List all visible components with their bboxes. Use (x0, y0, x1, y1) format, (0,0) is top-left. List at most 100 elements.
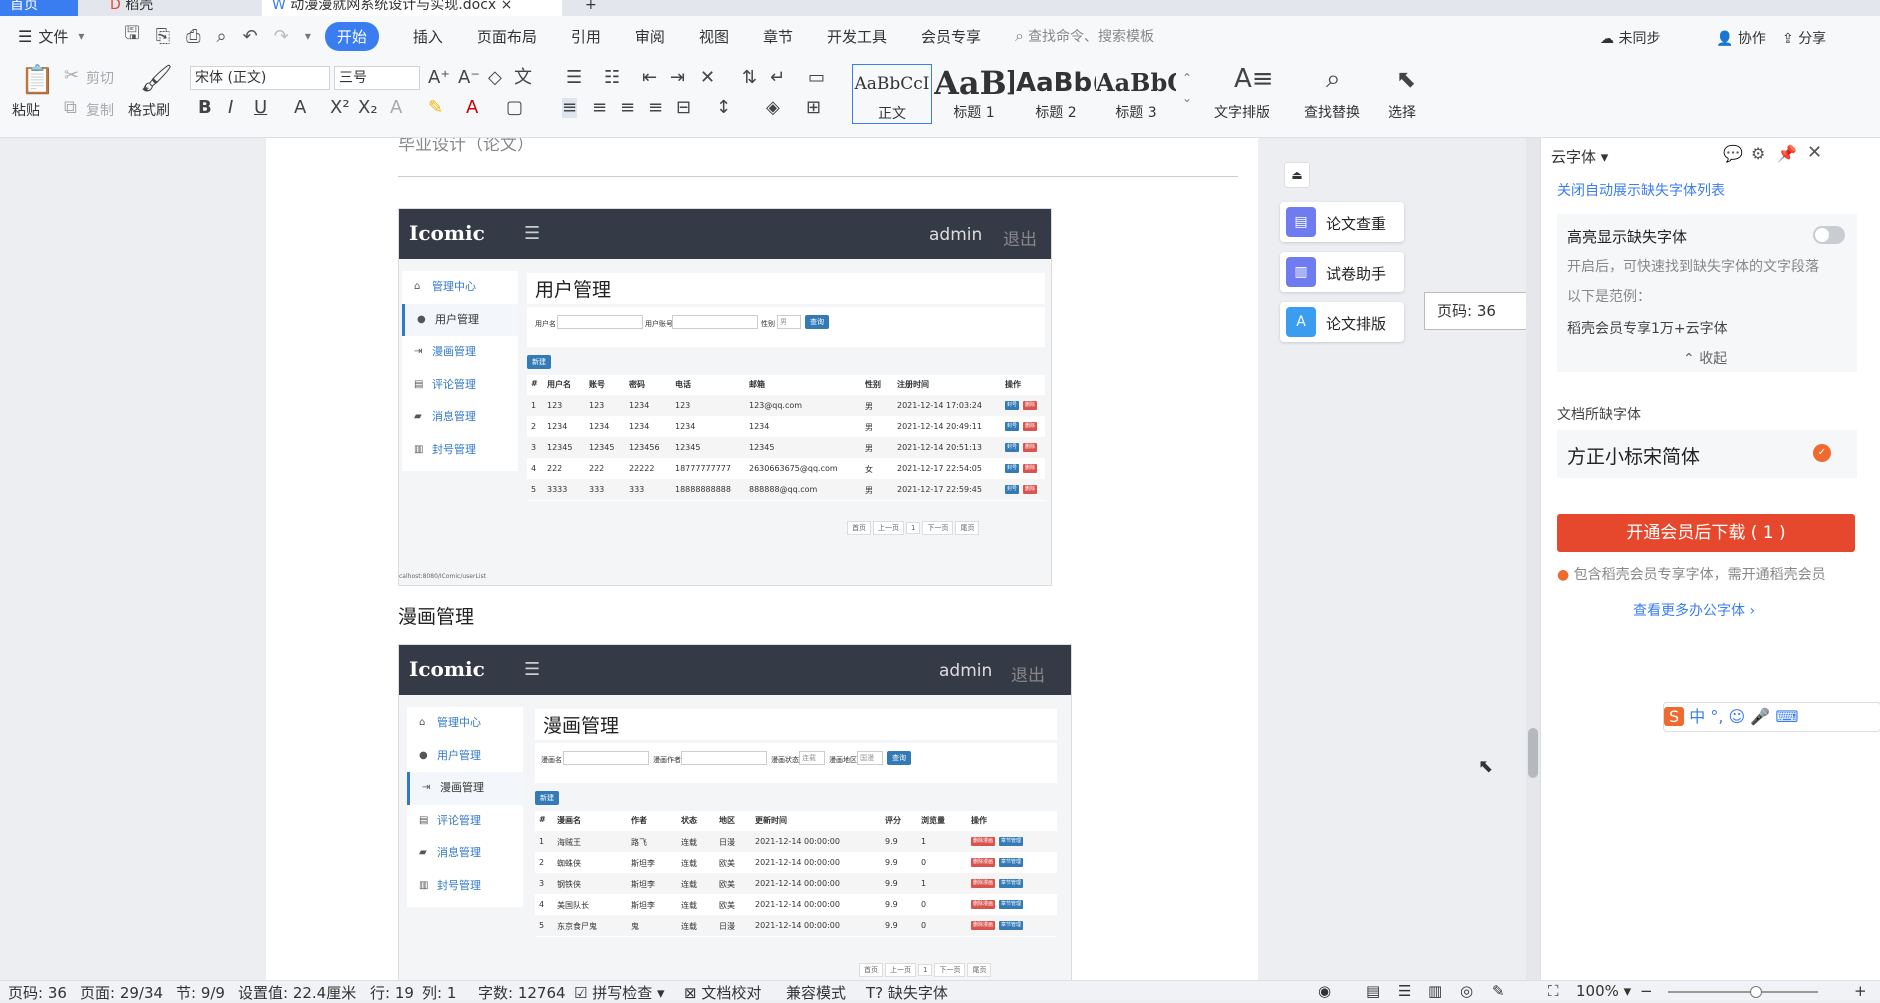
microphone-icon[interactable]: 🎤 (1750, 707, 1770, 726)
command-search[interactable]: 查找命令、搜索模板 (1028, 26, 1154, 46)
new-tab-icon[interactable]: + (575, 0, 607, 16)
panel-title[interactable]: 云字体 ▾ (1551, 146, 1608, 167)
format-painter-icon[interactable]: 🖌 (140, 66, 173, 92)
zoom-level[interactable]: 100% ▾ (1576, 982, 1631, 1000)
undo-icon[interactable]: ↶ (243, 26, 258, 47)
superscript-icon[interactable]: X² (330, 98, 350, 118)
font-color-icon[interactable]: A (466, 98, 478, 118)
pin-icon[interactable]: 📌 (1777, 144, 1797, 163)
italic-icon[interactable]: I (228, 98, 233, 118)
redo-icon[interactable]: ↷ (274, 26, 289, 47)
menu-review[interactable]: 审阅 (635, 26, 665, 47)
paste-icon[interactable]: 📋 (20, 66, 55, 94)
collab-button[interactable]: 👤 协作 (1716, 28, 1766, 48)
phonetic-icon[interactable]: 文 (514, 68, 532, 88)
font-family-select[interactable]: 宋体 (正文) (190, 66, 330, 90)
zoom-out-icon[interactable]: − (1640, 982, 1653, 1000)
web-view-icon[interactable]: ◎ (1460, 982, 1473, 1000)
copy-button[interactable]: 复制 (86, 100, 114, 120)
zoom-in-icon[interactable]: + (1854, 982, 1867, 1000)
text-effect-icon[interactable]: A (390, 98, 402, 118)
print-preview-icon[interactable]: ⌕ (217, 26, 227, 47)
print-icon[interactable]: ⎙ (186, 26, 200, 47)
sort-icon[interactable]: ⇅ (742, 68, 757, 88)
subscript-icon[interactable]: X₂ (358, 98, 378, 118)
highlight-icon[interactable]: ✎ (428, 98, 443, 118)
export-pdf-icon[interactable]: ⎘ (156, 26, 170, 47)
fit-page-icon[interactable]: ⛶ (1548, 982, 1559, 1000)
ime-toolbar[interactable]: S 中 °, ☺ 🎤 ⌨ (1663, 702, 1880, 732)
more-fonts-link[interactable]: 查看更多办公字体 › (1633, 600, 1755, 620)
vertical-scrollbar[interactable] (1526, 138, 1540, 990)
menu-references[interactable]: 引用 (571, 26, 601, 47)
highlight-toggle[interactable] (1813, 226, 1845, 244)
share-button[interactable]: ⇪ 分享 (1782, 28, 1826, 48)
grow-font-icon[interactable]: A⁺ (428, 68, 450, 88)
char-border-icon[interactable]: ▢ (506, 98, 523, 118)
style-normal[interactable]: AaBbCcI 正文 (852, 64, 932, 124)
keyboard-icon[interactable]: ⌨ (1775, 707, 1798, 726)
exam-assistant-button[interactable]: ▥ 试卷助手 (1280, 252, 1404, 292)
table-tools-icon[interactable]: ▭ (808, 68, 825, 88)
justify-icon[interactable]: ≡ (648, 98, 663, 118)
bold-icon[interactable]: B (198, 98, 212, 118)
line-spacing-icon[interactable]: ↕ (716, 98, 731, 118)
plagiarism-check-button[interactable]: ▤ 论文查重 (1280, 202, 1404, 242)
show-marks-icon[interactable]: ↵ (770, 68, 785, 88)
emoji-icon[interactable]: ☺ (1729, 707, 1746, 726)
menu-layout[interactable]: 页面布局 (477, 26, 537, 47)
sync-status[interactable]: ☁ 未同步 (1600, 28, 1660, 48)
outline-view-icon[interactable]: ☰ (1398, 982, 1411, 1000)
style-heading-3[interactable]: AaBbC 标题 3 (1096, 64, 1176, 124)
eye-protect-icon[interactable]: ◉ (1318, 982, 1331, 1000)
menu-insert[interactable]: 插入 (413, 26, 443, 47)
zoom-slider-thumb[interactable] (1750, 986, 1762, 998)
reading-view-icon[interactable]: ▥ (1428, 982, 1442, 1000)
chat-icon[interactable]: 💬 (1723, 144, 1743, 163)
scrollbar-thumb[interactable] (1528, 728, 1538, 778)
member-download-button[interactable]: 开通会员后下载 ( 1 ) (1557, 514, 1855, 552)
font-size-select[interactable]: 三号 (334, 66, 420, 90)
shrink-font-icon[interactable]: A⁻ (458, 68, 480, 88)
tab-document[interactable]: W 动漫漫就网系统设计与实现.docx × (262, 0, 562, 16)
customize-icon[interactable]: ▾ (305, 29, 311, 43)
align-center-icon[interactable]: ≡ (592, 98, 607, 118)
shading-icon[interactable]: ◈ (766, 98, 780, 118)
clear-format-icon[interactable]: ◇ (488, 68, 502, 88)
styles-expand-icon[interactable]: ⌃ ⌄ (1182, 68, 1192, 108)
chinese-layout-icon[interactable]: ✕ (700, 68, 715, 88)
paste-button[interactable]: 粘贴 (12, 100, 40, 120)
gear-icon[interactable]: ⚙ (1751, 144, 1765, 163)
menu-chapter[interactable]: 章节 (763, 26, 793, 47)
find-replace-icon[interactable]: ⌕ (1326, 66, 1341, 92)
close-icon[interactable]: × (501, 0, 513, 13)
paper-layout-button[interactable]: A 论文排版 (1280, 302, 1404, 342)
save-icon[interactable]: 🖫 (124, 21, 139, 51)
menu-home[interactable]: 开始 (324, 21, 379, 51)
close-auto-list-link[interactable]: 关闭自动展示缺失字体列表 (1557, 180, 1725, 200)
find-replace-button[interactable]: 查找替换 (1304, 102, 1360, 122)
bullet-list-icon[interactable]: ☰ (566, 68, 582, 88)
menu-developer[interactable]: 开发工具 (827, 26, 887, 47)
hamburger-icon[interactable]: ☰ (18, 27, 32, 46)
zoom-slider[interactable] (1668, 986, 1818, 998)
style-heading-2[interactable]: AaBb(标题 2 (1016, 64, 1096, 124)
document-page[interactable]: 毕业设计（论文） Icomic ☰ admin 退出 ⌂ 管理中心 ● 用户管理 ⇥… (266, 138, 1258, 990)
ime-punct[interactable]: °, (1710, 707, 1723, 726)
select-icon[interactable]: ⬉ (1396, 66, 1416, 92)
increase-indent-icon[interactable]: ⇥ (670, 68, 685, 88)
align-left-icon[interactable]: ≡ (562, 98, 578, 118)
menu-member[interactable]: 会员专享 (921, 26, 981, 47)
numbered-list-icon[interactable]: ☷ (604, 68, 620, 88)
collapse-tools-icon[interactable]: ⏏ (1284, 162, 1310, 188)
file-menu[interactable]: 文件 (38, 26, 68, 47)
borders-icon[interactable]: ⊞ (806, 98, 821, 118)
close-icon[interactable]: ✕ (1807, 142, 1822, 163)
pen-icon[interactable]: ✎ (1492, 982, 1505, 1000)
text-layout-icon[interactable]: A≡ (1234, 66, 1274, 92)
tab-docer[interactable]: D 稻壳 (100, 0, 163, 16)
align-right-icon[interactable]: ≡ (620, 98, 635, 118)
select-button[interactable]: 选择 (1388, 102, 1416, 122)
chevron-down-icon[interactable]: ▾ (78, 29, 84, 43)
ime-mode[interactable]: 中 (1689, 707, 1705, 726)
